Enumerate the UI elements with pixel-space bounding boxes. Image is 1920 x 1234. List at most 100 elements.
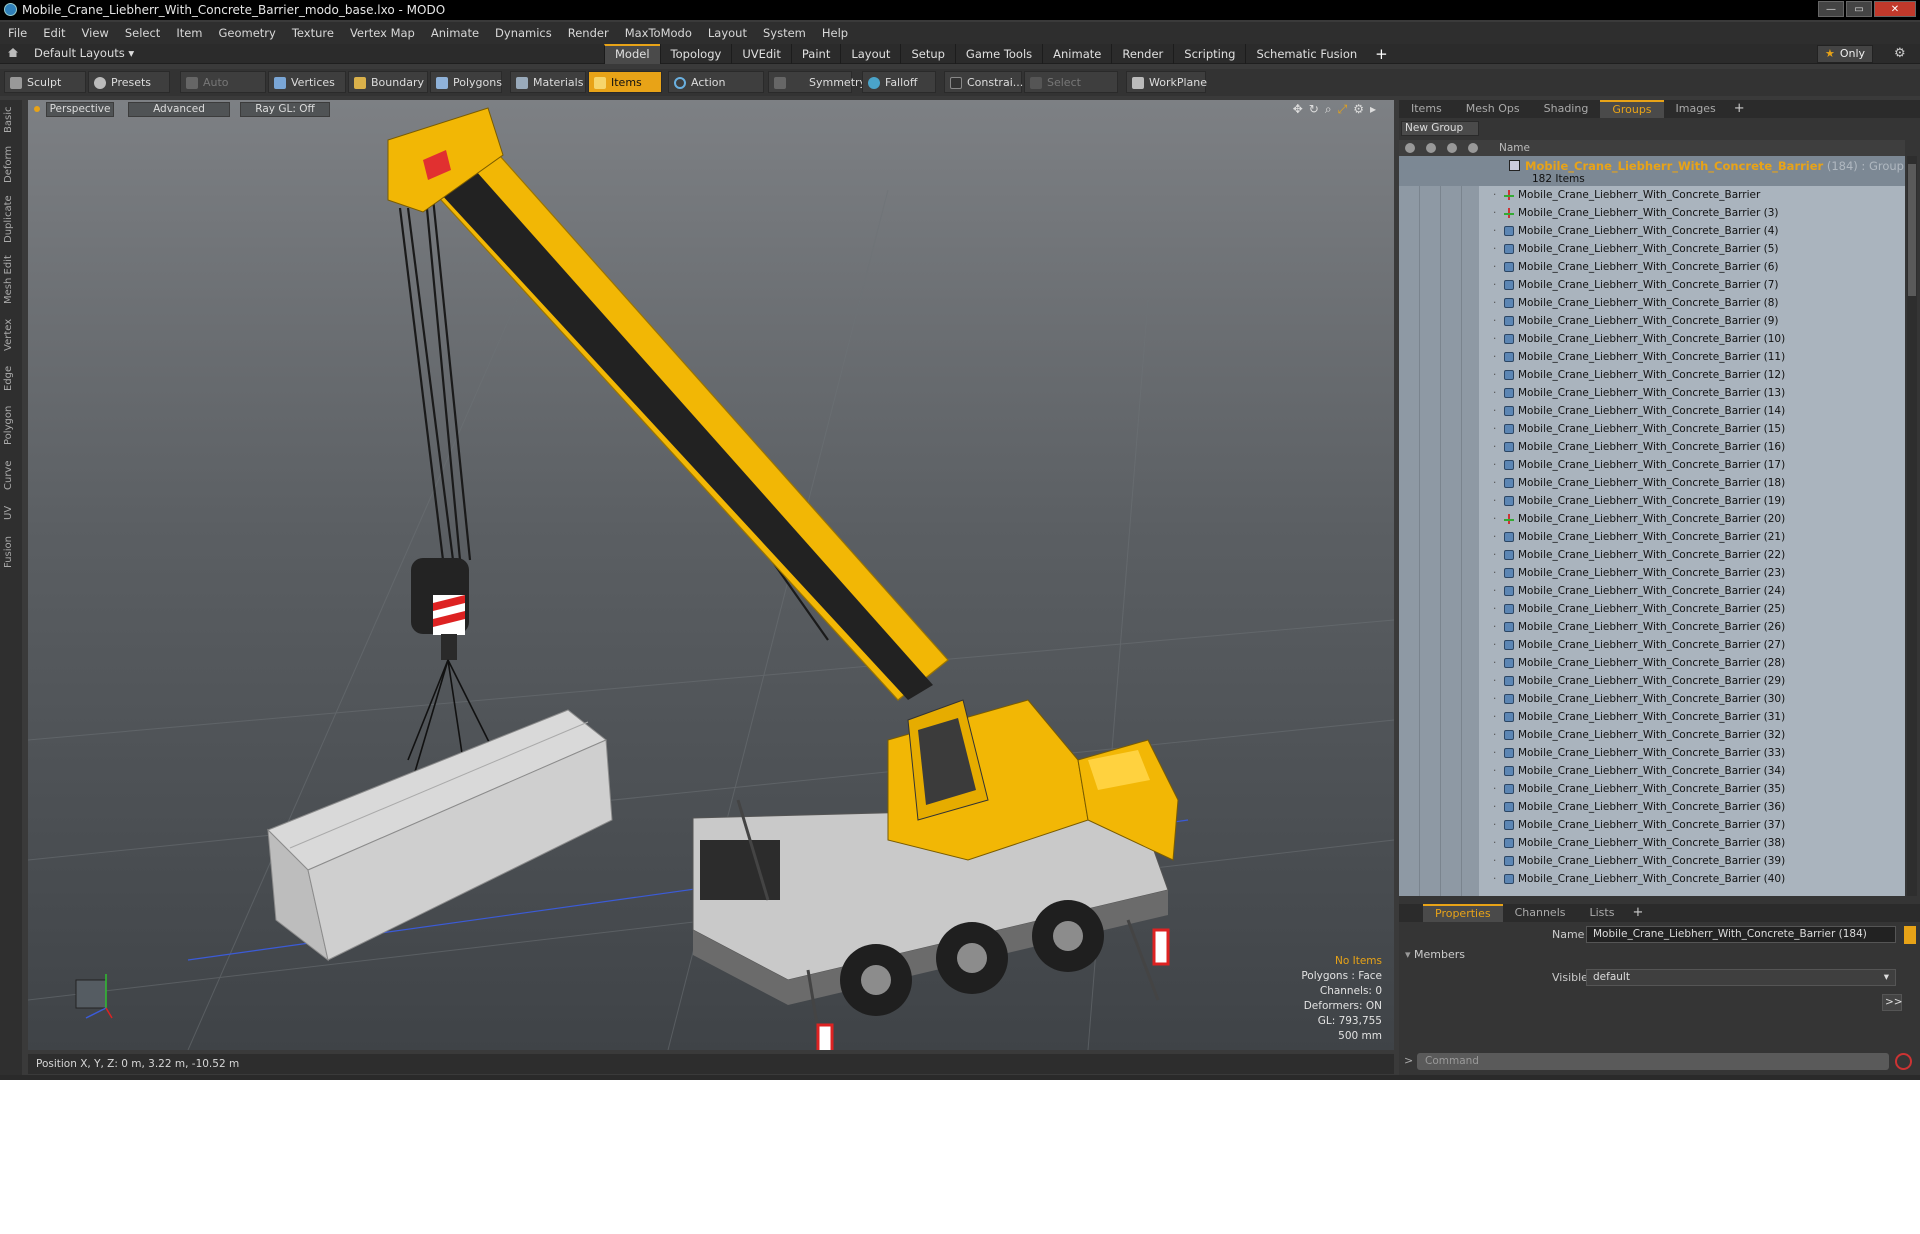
tab-channels[interactable]: Channels — [1503, 904, 1578, 922]
polygons-button[interactable]: Polygons — [430, 71, 502, 93]
menu-texture[interactable]: Texture — [284, 22, 342, 44]
name-column-header[interactable]: Name — [1499, 140, 1530, 156]
tab-paint[interactable]: Paint — [790, 44, 840, 64]
list-item[interactable]: · Mobile_Crane_Liebherr_With_Concrete_Bar… — [1479, 366, 1905, 384]
tab-topology[interactable]: Topology — [659, 44, 732, 64]
list-item[interactable]: · Mobile_Crane_Liebherr_With_Concrete_Bar… — [1479, 240, 1905, 258]
perspective-button[interactable]: Perspective — [46, 102, 114, 117]
tab-scripting[interactable]: Scripting — [1173, 44, 1245, 64]
expand-button[interactable]: >> — [1882, 994, 1903, 1011]
menu-select[interactable]: Select — [117, 22, 168, 44]
list-item[interactable]: · Mobile_Crane_Liebherr_With_Concrete_Bar… — [1479, 510, 1905, 528]
list-item[interactable]: · Mobile_Crane_Liebherr_With_Concrete_Bar… — [1479, 582, 1905, 600]
list-item[interactable]: · Mobile_Crane_Liebherr_With_Concrete_Bar… — [1479, 834, 1905, 852]
vertices-button[interactable]: Vertices — [268, 71, 346, 93]
tab-uv[interactable]: UV — [3, 502, 19, 524]
menu-item[interactable]: Item — [168, 22, 210, 44]
zoom-icon[interactable]: ⌕ — [1325, 102, 1332, 117]
visibility-column-icon[interactable] — [1405, 143, 1415, 153]
list-item[interactable]: · Mobile_Crane_Liebherr_With_Concrete_Bar… — [1479, 690, 1905, 708]
advanced-button[interactable]: Advanced — [128, 102, 230, 117]
boundary-button[interactable]: Boundary — [348, 71, 428, 93]
list-item[interactable]: · Mobile_Crane_Liebherr_With_Concrete_Bar… — [1479, 708, 1905, 726]
scrollbar-thumb[interactable] — [1908, 164, 1916, 296]
menu-geometry[interactable]: Geometry — [211, 22, 284, 44]
group-row[interactable]: Mobile_Crane_Liebherr_With_Concrete_Barr… — [1399, 156, 1905, 186]
list-item[interactable]: · Mobile_Crane_Liebherr_With_Concrete_Bar… — [1479, 204, 1905, 222]
pan-icon[interactable]: ✥ — [1293, 102, 1303, 117]
render-column-icon[interactable] — [1426, 143, 1436, 153]
viewport-expand-icon[interactable]: ▸ — [1370, 102, 1376, 117]
list-item[interactable]: · Mobile_Crane_Liebherr_With_Concrete_Bar… — [1479, 312, 1905, 330]
tab-deform[interactable]: Deform — [3, 144, 19, 184]
list-item[interactable]: · Mobile_Crane_Liebherr_With_Concrete_Bar… — [1479, 780, 1905, 798]
auto-select-button[interactable]: Auto Select — [180, 71, 266, 111]
constraints-button[interactable]: Constrai... — [944, 71, 1023, 93]
3d-viewport[interactable]: Perspective Advanced Ray GL: Off ✥ ↻ ⌕ ⤢… — [28, 100, 1394, 1050]
tab-setup[interactable]: Setup — [900, 44, 954, 64]
raygl-button[interactable]: Ray GL: Off — [240, 102, 330, 117]
list-item[interactable]: · Mobile_Crane_Liebherr_With_Concrete_Bar… — [1479, 330, 1905, 348]
action-center-button[interactable]: Action Center — [668, 71, 764, 111]
list-item[interactable]: · Mobile_Crane_Liebherr_With_Concrete_Bar… — [1479, 654, 1905, 672]
groups-scrollbar[interactable] — [1907, 156, 1917, 896]
menu-file[interactable]: File — [0, 22, 35, 44]
menu-render[interactable]: Render — [560, 22, 617, 44]
menu-vertex-map[interactable]: Vertex Map — [342, 22, 423, 44]
menu-system[interactable]: System — [755, 22, 814, 44]
stop-icon[interactable] — [1895, 1053, 1912, 1070]
maximize-button[interactable]: ▭ — [1846, 1, 1872, 17]
list-item[interactable]: · Mobile_Crane_Liebherr_With_Concrete_Bar… — [1479, 798, 1905, 816]
symmetry-button[interactable]: Symmetry — [768, 71, 866, 93]
tab-shading[interactable]: Shading — [1532, 100, 1601, 118]
list-item[interactable]: · Mobile_Crane_Liebherr_With_Concrete_Bar… — [1479, 528, 1905, 546]
tab-polygon[interactable]: Polygon — [3, 402, 19, 448]
tab-schematic-fusion[interactable]: Schematic Fusion — [1245, 44, 1367, 64]
list-item[interactable]: · Mobile_Crane_Liebherr_With_Concrete_Bar… — [1479, 870, 1905, 888]
close-button[interactable]: ✕ — [1874, 1, 1916, 17]
list-item[interactable]: · Mobile_Crane_Liebherr_With_Concrete_Bar… — [1479, 600, 1905, 618]
gear-icon[interactable]: ⚙ — [1894, 46, 1906, 61]
select-through-button[interactable]: Select Through — [1024, 71, 1118, 111]
new-group-button[interactable]: New Group — [1401, 121, 1479, 136]
menu-view[interactable]: View — [74, 22, 117, 44]
command-input[interactable]: Command — [1417, 1053, 1889, 1070]
members-section[interactable]: Members — [1405, 948, 1465, 961]
tab-basic[interactable]: Basic — [3, 104, 19, 136]
viewport-gear-icon[interactable]: ⚙ — [1353, 102, 1364, 117]
falloff-button[interactable]: Falloff — [862, 71, 936, 93]
list-item[interactable]: · Mobile_Crane_Liebherr_With_Concrete_Bar… — [1479, 636, 1905, 654]
list-item[interactable]: · Mobile_Crane_Liebherr_With_Concrete_Bar… — [1479, 384, 1905, 402]
list-item[interactable]: · Mobile_Crane_Liebherr_With_Concrete_Bar… — [1479, 474, 1905, 492]
tab-render[interactable]: Render — [1111, 44, 1173, 64]
tab-duplicate[interactable]: Duplicate — [3, 194, 19, 244]
tab-items[interactable]: Items — [1399, 100, 1454, 118]
add-panel-tab-button[interactable]: + — [1728, 100, 1751, 118]
list-item[interactable]: · Mobile_Crane_Liebherr_With_Concrete_Bar… — [1479, 402, 1905, 420]
menu-animate[interactable]: Animate — [423, 22, 487, 44]
list-item[interactable]: · Mobile_Crane_Liebherr_With_Concrete_Bar… — [1479, 672, 1905, 690]
tab-edge[interactable]: Edge — [3, 362, 19, 394]
list-item[interactable]: · Mobile_Crane_Liebherr_With_Concrete_Bar… — [1479, 744, 1905, 762]
list-item[interactable]: · Mobile_Crane_Liebherr_With_Concrete_Bar… — [1479, 816, 1905, 834]
groups-list[interactable]: Mobile_Crane_Liebherr_With_Concrete_Barr… — [1399, 156, 1905, 896]
viewport-menu-icon[interactable] — [34, 106, 40, 112]
tab-game-tools[interactable]: Game Tools — [954, 44, 1042, 64]
tab-curve[interactable]: Curve — [3, 456, 19, 494]
menu-layout[interactable]: Layout — [700, 22, 755, 44]
list-item[interactable]: · Mobile_Crane_Liebherr_With_Concrete_Bar… — [1479, 618, 1905, 636]
list-item[interactable]: · Mobile_Crane_Liebherr_With_Concrete_Bar… — [1479, 222, 1905, 240]
presets-button[interactable]: Presets — [88, 71, 170, 93]
materials-button[interactable]: Materials — [510, 71, 586, 93]
menu-help[interactable]: Help — [814, 22, 856, 44]
fit-icon[interactable]: ⤢ — [1338, 102, 1348, 117]
menu-edit[interactable]: Edit — [35, 22, 73, 44]
lock-column-icon[interactable] — [1447, 143, 1457, 153]
list-item[interactable]: · Mobile_Crane_Liebherr_With_Concrete_Bar… — [1479, 348, 1905, 366]
tab-fusion[interactable]: Fusion — [3, 532, 19, 572]
list-item[interactable]: · Mobile_Crane_Liebherr_With_Concrete_Bar… — [1479, 492, 1905, 510]
tab-mesh-ops[interactable]: Mesh Ops — [1454, 100, 1532, 118]
tab-mesh-edit[interactable]: Mesh Edit — [3, 254, 19, 306]
tab-images[interactable]: Images — [1664, 100, 1728, 118]
list-item[interactable]: · Mobile_Crane_Liebherr_With_Concrete_Bar… — [1479, 564, 1905, 582]
